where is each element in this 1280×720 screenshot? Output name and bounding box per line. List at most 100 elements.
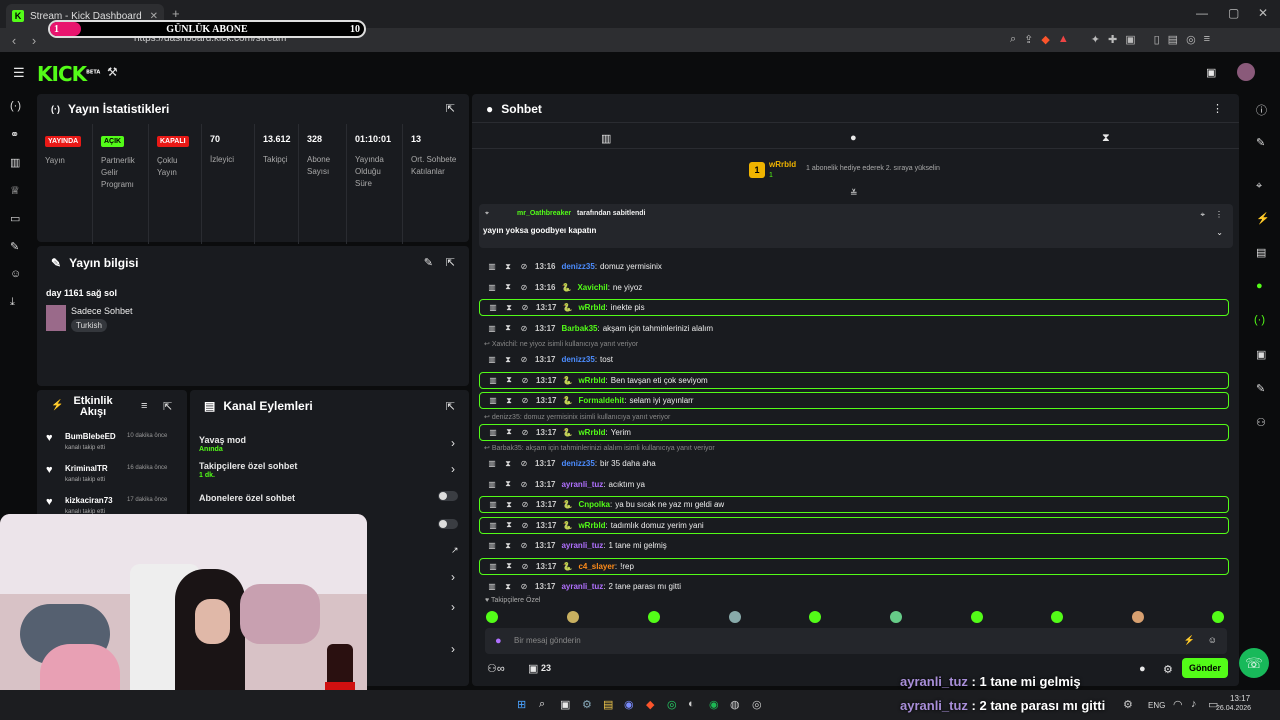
ban-icon[interactable]: ⊘ — [519, 582, 529, 591]
delete-icon[interactable]: ▥ — [487, 459, 497, 468]
trash-icon[interactable]: ▥ — [601, 132, 611, 145]
users-icon[interactable]: ⚇∞ — [487, 662, 505, 675]
message-user[interactable]: wRrbld — [578, 376, 605, 385]
info-icon[interactable]: ⓘ — [1256, 102, 1267, 118]
message-user[interactable]: denizz35 — [561, 459, 594, 468]
message-user[interactable]: c4_slayer — [578, 562, 614, 571]
message-user[interactable]: Cnpolka — [578, 500, 610, 509]
timeout-icon[interactable]: ⧗ — [504, 375, 514, 385]
chevron-right-icon[interactable]: › — [451, 462, 455, 476]
stream-icon[interactable]: (·) — [1254, 314, 1265, 326]
emote-icon[interactable] — [729, 611, 741, 623]
emote-icon[interactable] — [486, 611, 498, 623]
emote-icon[interactable] — [1132, 611, 1144, 623]
timeout-icon[interactable]: ⧗ — [503, 459, 513, 469]
more-options-icon[interactable]: ⋮ — [1212, 102, 1223, 115]
ban-icon[interactable]: ⊘ — [520, 428, 530, 437]
minimize-icon[interactable]: — — [1196, 6, 1208, 20]
chat-message[interactable]: ▥ ⧗ ⊘ 13:16 🐍 Xavichil: ne yiyoz — [479, 279, 1229, 296]
search-icon[interactable]: ⌕ — [539, 698, 545, 711]
pencil-icon[interactable]: ✎ — [1256, 136, 1265, 149]
ban-icon[interactable]: ⊘ — [520, 376, 530, 385]
ban-icon[interactable]: ⊘ — [520, 396, 530, 405]
obs-icon[interactable]: ◍ — [730, 698, 740, 711]
delete-icon[interactable]: ▥ — [488, 303, 498, 312]
filter-icon[interactable]: ≡ — [141, 400, 147, 412]
message-user[interactable]: denizz35 — [561, 262, 594, 271]
chat-message[interactable]: ▥ ⧗ ⊘ 13:17 🐍 Cnpolka: ya bu sıcak ne yaz mı g… — [479, 496, 1229, 513]
settings-icon[interactable]: ⚙ — [582, 698, 592, 711]
delete-icon[interactable]: ▥ — [488, 521, 498, 530]
forward-icon[interactable]: › — [24, 33, 44, 48]
expand-icon[interactable]: ⇱ — [446, 400, 455, 413]
ban-icon[interactable]: ⊘ — [519, 262, 529, 271]
expand-icon[interactable]: ⇱ — [163, 400, 172, 413]
tools-icon[interactable]: ⚒ — [107, 65, 118, 79]
more-options-icon[interactable]: ⋮ — [1215, 210, 1223, 219]
emote-icon[interactable] — [971, 611, 983, 623]
delete-icon[interactable]: ▥ — [487, 582, 497, 591]
message-user[interactable]: ayranli_tuz — [561, 480, 603, 489]
wifi-icon[interactable]: ◠ — [1173, 698, 1183, 711]
delete-icon[interactable]: ▥ — [487, 324, 497, 333]
message-user[interactable]: wRrbld — [578, 428, 605, 437]
timeout-icon[interactable]: ⧗ — [503, 282, 513, 292]
chat-message[interactable]: ▥ ⧗ ⊘ 13:17 🐍 wRrbld: Ben tavşan eti çok seviy… — [479, 371, 1229, 389]
message-user[interactable]: Xavichil — [577, 283, 607, 292]
volume-icon[interactable]: ♪ — [1191, 698, 1197, 710]
delete-icon[interactable]: ▥ — [487, 480, 497, 489]
delete-icon[interactable]: ▥ — [487, 283, 497, 292]
send-button[interactable]: Gönder — [1182, 658, 1228, 678]
language-indicator[interactable]: ENG — [1148, 701, 1165, 710]
brave-icon[interactable]: ◆ — [646, 698, 654, 711]
ban-icon[interactable]: ⊘ — [519, 355, 529, 364]
brave-shield-icon[interactable]: ◆ — [1041, 33, 1049, 46]
chat-message[interactable]: ▥ ⧗ ⊘ 13:17 denizz35: tost — [479, 351, 1229, 368]
whatsapp-icon[interactable]: ◎ — [667, 698, 677, 711]
ban-icon[interactable]: ⊘ — [519, 283, 529, 292]
emote-picker-icon[interactable]: ⚡ — [1184, 635, 1195, 646]
emote-only-toggle[interactable] — [438, 519, 458, 529]
spotify-icon[interactable]: ◉ — [709, 698, 719, 711]
chat-bubble-icon[interactable]: ● — [850, 132, 857, 144]
zoom-icon[interactable]: ⌕ — [1010, 33, 1016, 46]
chat-message[interactable]: ▥ ⧗ ⊘ 13:17 denizz35: bir 35 daha aha — [479, 455, 1229, 472]
analytics-icon[interactable]: ▥ — [10, 156, 20, 169]
activity-user[interactable]: kizkaciran73 — [65, 496, 113, 505]
timeout-icon[interactable]: ⧗ — [503, 479, 513, 489]
message-user[interactable]: Formaldehit — [578, 396, 624, 405]
mic-icon[interactable]: ● — [495, 635, 502, 647]
timeout-icon[interactable]: ⧗ — [503, 582, 513, 592]
chat-message[interactable]: ▥ ⧗ ⊘ 13:17 Barbak35: akşam için tahminlerini… — [479, 320, 1229, 337]
trophy-icon[interactable]: ♕ — [10, 184, 20, 197]
collapse-icon[interactable]: ≚ — [850, 188, 858, 199]
chart-icon[interactable]: ↗ — [451, 545, 459, 556]
ban-icon[interactable]: ⊘ — [519, 541, 529, 550]
creator-icon[interactable]: ▣ — [1206, 66, 1216, 79]
sidebar-icon[interactable]: ▯ — [1154, 33, 1160, 46]
file-explorer-icon[interactable]: ▤ — [603, 698, 613, 711]
avatar[interactable] — [1237, 63, 1255, 81]
message-user[interactable]: Barbak35 — [561, 324, 597, 333]
share-icon[interactable]: ⇪ — [1024, 33, 1033, 46]
wallet-icon[interactable]: ▤ — [1168, 33, 1178, 46]
gear-icon[interactable]: ⚙ — [1163, 663, 1173, 676]
maximize-icon[interactable]: ▢ — [1228, 6, 1239, 20]
expand-icon[interactable]: ⇱ — [446, 102, 455, 115]
timeout-icon[interactable]: ⧗ — [503, 355, 513, 365]
users-icon[interactable]: ☺ — [10, 268, 21, 280]
task-view-icon[interactable]: ▣ — [560, 698, 570, 711]
ban-icon[interactable]: ⊘ — [519, 459, 529, 468]
chevron-right-icon[interactable]: › — [451, 570, 455, 584]
extension-icon[interactable]: ✦ — [1091, 33, 1100, 46]
timeout-icon[interactable]: ⧗ — [503, 262, 513, 272]
message-user[interactable]: wRrbld — [578, 303, 605, 312]
ban-icon[interactable]: ⊘ — [520, 521, 530, 530]
delete-icon[interactable]: ▥ — [487, 355, 497, 364]
chat-input[interactable]: ● Bir mesaj gönderin ⚡ ☺ — [485, 628, 1227, 654]
card-icon[interactable]: ▣ — [1256, 348, 1266, 361]
support-chat-icon[interactable]: ☏ — [1239, 648, 1269, 678]
chat-message[interactable]: ▥ ⧗ ⊘ 13:17 🐍 wRrbld: tadımlık domuz yerim yan… — [479, 516, 1229, 534]
timeout-icon[interactable]: ⧗ — [504, 520, 514, 530]
activity-user[interactable]: BumBlebeED — [65, 432, 116, 441]
